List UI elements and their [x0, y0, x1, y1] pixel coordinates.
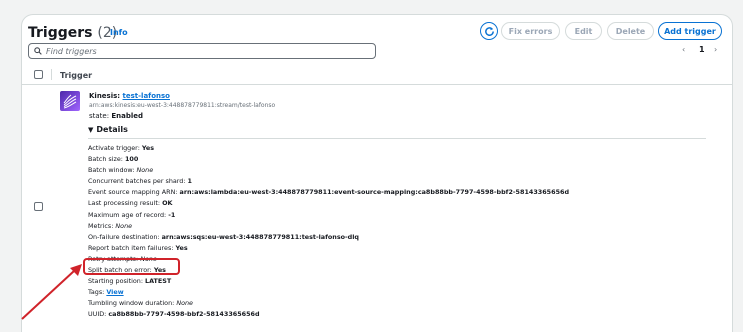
arrow-annotation [21, 264, 82, 320]
